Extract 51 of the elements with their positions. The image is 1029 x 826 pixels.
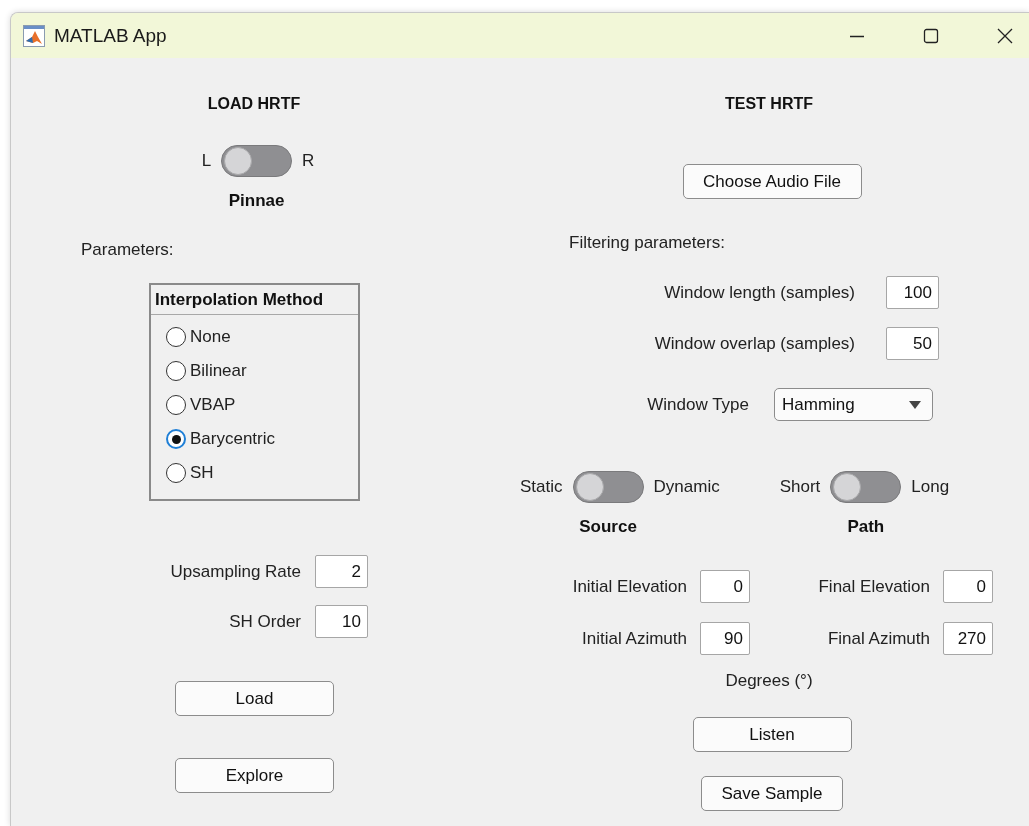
push-button[interactable]: Listen	[692, 717, 852, 752]
caret-icon[interactable]	[908, 399, 922, 410]
toggle-switch[interactable]	[221, 145, 293, 177]
field-label: Window Type	[647, 394, 749, 415]
section-heading: TEST HRTF	[725, 95, 813, 113]
radio-option[interactable]: VBAP	[166, 395, 358, 415]
toggle-switch[interactable]	[572, 471, 644, 503]
field-label: Final Azimuth	[827, 628, 930, 649]
units-label: Degrees (°)	[725, 671, 813, 691]
radio-option[interactable]: Barycentric	[166, 429, 358, 449]
push-button[interactable]: Choose Audio File	[682, 164, 862, 199]
push-button[interactable]: Load	[175, 681, 334, 716]
dropdown[interactable]: Hamming	[774, 388, 933, 421]
switch-label: Long	[911, 477, 950, 497]
field-label: Final Elevation	[818, 576, 930, 597]
switch-label: R	[302, 151, 315, 171]
toggle-switch[interactable]	[830, 471, 902, 503]
panel-title: Interpolation Method	[151, 285, 358, 315]
number-field[interactable]: 100	[886, 276, 939, 309]
radio-option[interactable]: None	[166, 327, 358, 347]
switch-caption: Source	[579, 517, 637, 537]
close-icon[interactable]	[997, 27, 1013, 44]
section-heading: LOAD HRTF	[207, 95, 301, 113]
push-button[interactable]: Save Sample	[701, 776, 843, 811]
switch-label: Short	[779, 477, 821, 497]
maximize-icon[interactable]	[923, 27, 939, 44]
field-label: Upsampling Rate	[170, 561, 301, 582]
number-field[interactable]: 270	[943, 622, 993, 655]
section-label: Parameters:	[81, 240, 175, 260]
radio-option[interactable]: Bilinear	[166, 361, 358, 381]
number-field[interactable]: 50	[886, 327, 939, 360]
switch-label: Dynamic	[653, 477, 720, 497]
field-label: Window length (samples)	[664, 282, 855, 303]
window-title: MATLAB App	[54, 24, 167, 47]
radio-option[interactable]: SH	[166, 463, 358, 483]
number-field[interactable]: 0	[943, 570, 993, 603]
field-label: Initial Elevation	[572, 576, 687, 597]
section-label: Filtering parameters:	[569, 233, 725, 253]
number-field[interactable]: 90	[700, 622, 750, 655]
number-field[interactable]: 2	[315, 555, 368, 588]
field-label: SH Order	[229, 611, 301, 632]
number-field[interactable]: 10	[315, 605, 368, 638]
switch-label: L	[201, 151, 212, 171]
push-button[interactable]: Explore	[175, 758, 334, 793]
switch-caption: Path	[847, 517, 885, 537]
switch-label: Static	[520, 477, 563, 497]
field-label: Window overlap (samples)	[654, 333, 855, 354]
peak-icon	[23, 24, 45, 47]
field-label: Initial Azimuth	[582, 628, 687, 649]
switch-caption: Pinnae	[228, 191, 285, 211]
number-field[interactable]: 0	[700, 570, 750, 603]
